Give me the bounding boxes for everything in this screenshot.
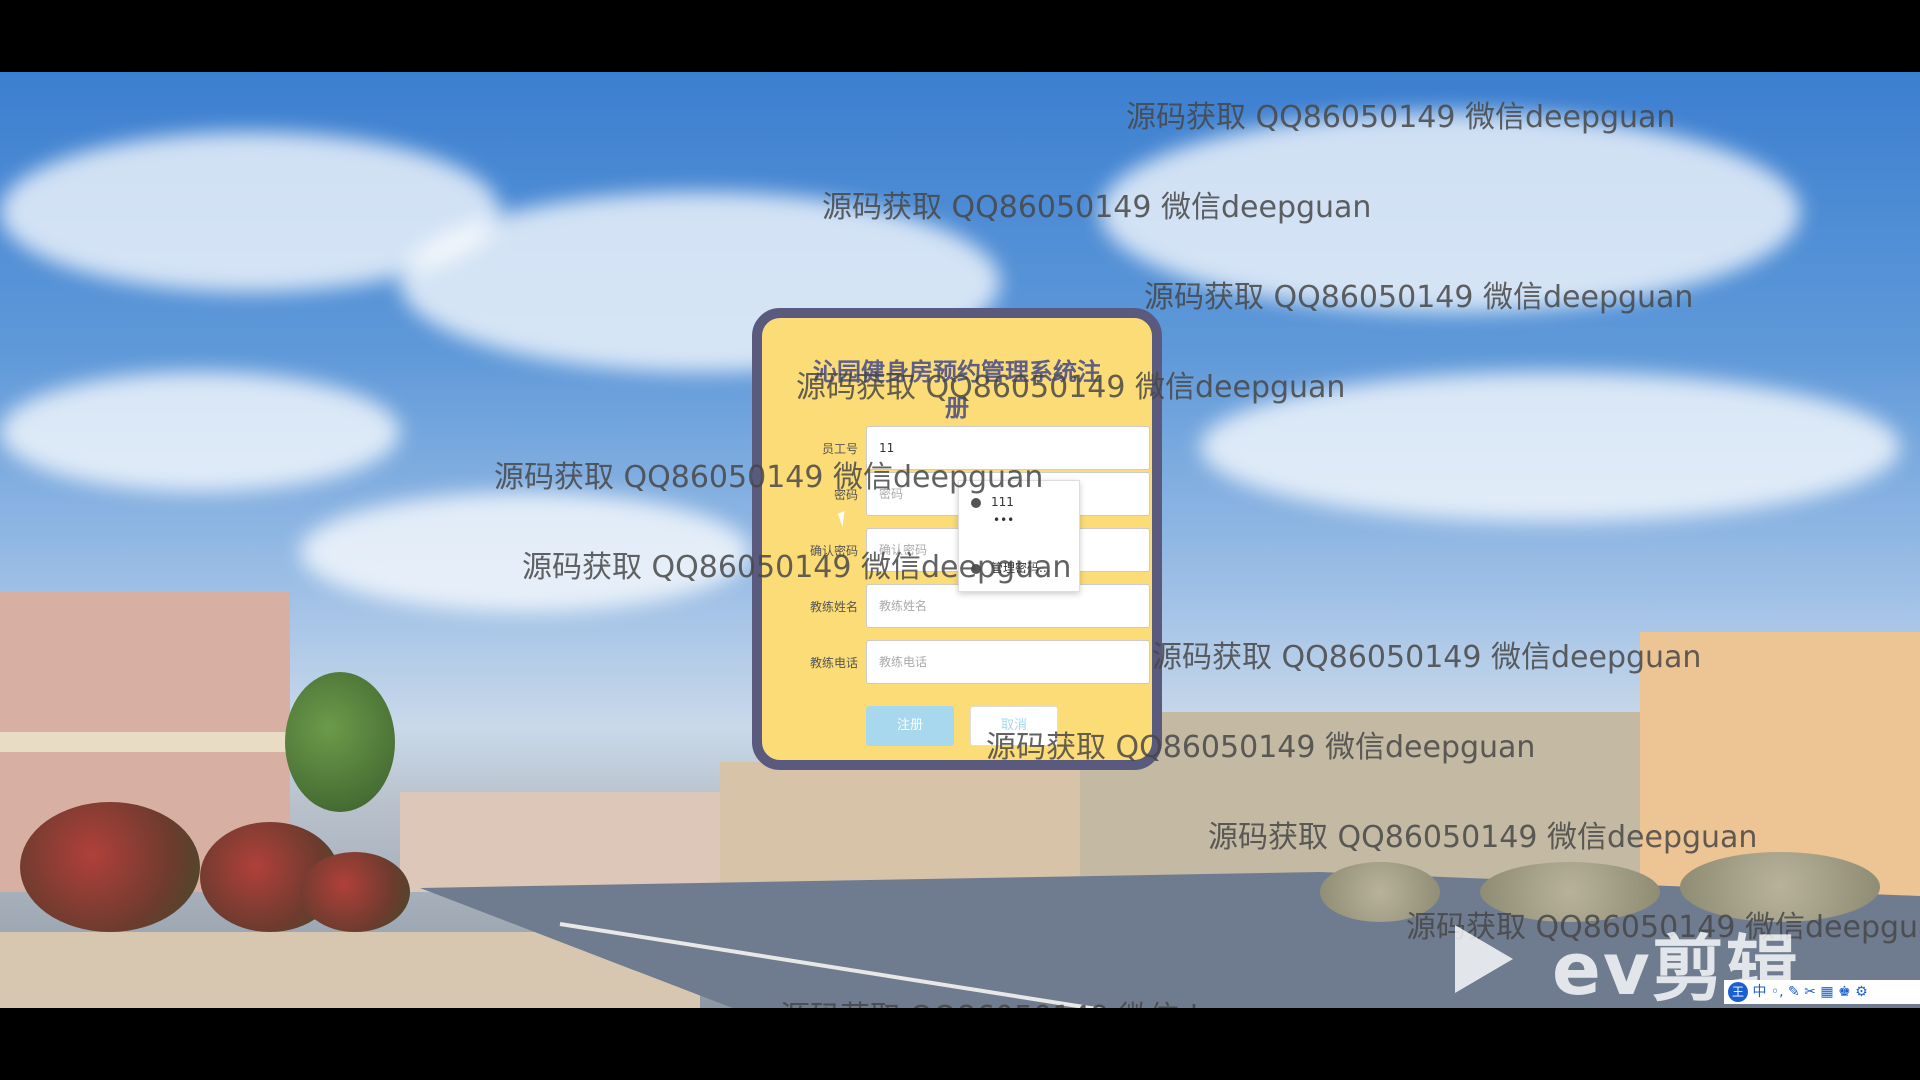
form-row-coach-phone: 教练电话 教练电话 <box>762 640 1152 684</box>
autocomplete-item-label: 111 <box>991 495 1014 509</box>
autocomplete-item-label: ••• <box>993 513 1015 527</box>
watermark-text: 源码获取 QQ86050149 微信deepguan <box>494 460 1044 495</box>
key-icon <box>971 497 981 508</box>
building-stripe <box>0 732 290 752</box>
ime-toolbar-buttons[interactable]: 中 ◦, ✎ ✂ ▦ ♚ ⚙ <box>1752 984 1867 1000</box>
tree <box>285 672 395 812</box>
autocomplete-item[interactable]: 111 <box>971 495 1014 509</box>
play-icon <box>1455 925 1513 993</box>
watermark-text: 源码获取 QQ86050149 微信deepguan <box>1208 820 1758 855</box>
form-row-coach-name: 教练姓名 教练姓名 <box>762 584 1152 628</box>
watermark-text: 源码获取 QQ86050149 微信deepguan <box>1144 280 1694 315</box>
register-button[interactable]: 注册 <box>866 706 954 746</box>
cloud <box>0 372 400 492</box>
autocomplete-item-masked: ••• <box>993 513 1014 527</box>
ime-logo-icon: 王 <box>1728 982 1748 1002</box>
watermark-text: 源码获取 QQ86050149 微信deepguan <box>822 190 1372 225</box>
coach-phone-input[interactable]: 教练电话 <box>866 640 1150 684</box>
letterbox-top <box>0 0 1920 72</box>
watermark-text: 源码获取 QQ86050149 微信deepguan <box>986 730 1536 765</box>
watermark-text: 源码获取 QQ86050149 微信deepguan <box>1152 640 1702 675</box>
coach-name-label: 教练姓名 <box>809 600 858 614</box>
bush <box>20 802 200 932</box>
watermark-text: 源码获取 QQ86050149 微信deepguan <box>1126 100 1676 135</box>
bush <box>300 852 410 932</box>
watermark-text: 源码获取 QQ86050149 微信deepguan <box>522 550 1072 585</box>
ime-toolbar[interactable]: 王 中 ◦, ✎ ✂ ▦ ♚ ⚙ <box>1724 980 1920 1004</box>
watermark-text: 源码获取 QQ86050149 微信deepguan <box>796 370 1346 405</box>
building-wall <box>400 792 720 892</box>
letterbox-bottom <box>0 1008 1920 1080</box>
building-mid <box>720 762 1100 892</box>
coach-phone-label: 教练电话 <box>809 656 858 670</box>
